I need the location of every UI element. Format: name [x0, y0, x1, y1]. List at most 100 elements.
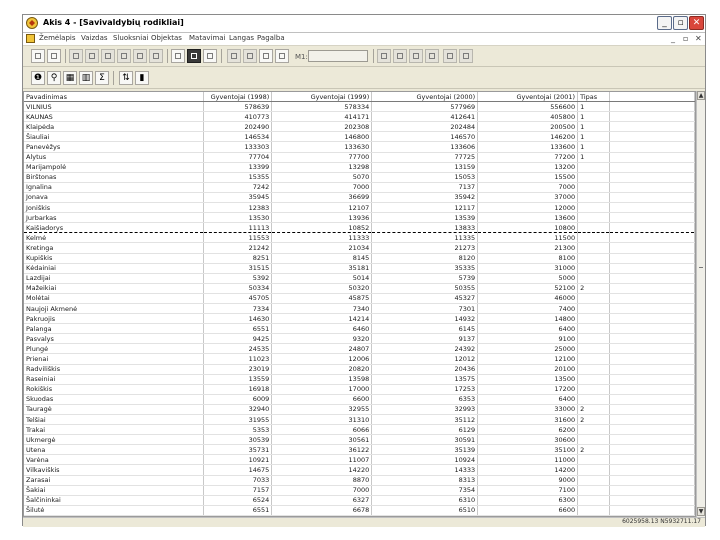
table-cell[interactable]: 21300	[477, 242, 579, 254]
table-cell[interactable]: Trakai	[24, 424, 205, 436]
move-object-icon[interactable]	[443, 49, 457, 63]
table-cell[interactable]: 146200	[477, 131, 579, 143]
table-cell[interactable]: 17000	[271, 384, 373, 395]
table-cell[interactable]: Varėna	[24, 454, 205, 466]
scroll-thumb-grip[interactable]	[699, 267, 703, 268]
table-cell[interactable]: 13539	[371, 212, 479, 224]
table-cell[interactable]: 8870	[271, 475, 373, 486]
table-cell[interactable]: Joniškis	[24, 202, 205, 214]
table-row[interactable]: Rokiškis 16918 17000 17253 17200	[24, 384, 695, 395]
table-cell[interactable]: 35942	[371, 192, 479, 204]
table-cell[interactable]: 6327	[271, 495, 373, 506]
table-cell[interactable]: 31600	[477, 414, 579, 426]
table-cell[interactable]: 5739	[371, 273, 479, 284]
table-cell[interactable]: 6678	[271, 505, 373, 516]
table-cell[interactable]: Skuodas	[24, 394, 205, 405]
table-cell[interactable]: Šakiai	[24, 485, 205, 496]
table-cell[interactable]: Kelmė	[24, 232, 205, 244]
table-cell[interactable]: 8313	[371, 475, 479, 486]
table-cell[interactable]: Prienai	[24, 353, 205, 365]
table-cell[interactable]: Radviliškis	[24, 364, 205, 375]
table-cell[interactable]	[577, 434, 611, 446]
table-cell[interactable]: 46000	[477, 293, 579, 304]
table-cell[interactable]	[577, 182, 611, 193]
table-cell[interactable]: VILNIUS	[24, 101, 205, 113]
table-cell[interactable]: 45875	[271, 293, 373, 304]
table-row[interactable]: Radviliškis 23019 20820 20436 20100	[24, 364, 695, 375]
table-cell[interactable]	[577, 162, 611, 173]
column-header-2001[interactable]: Gyventojai (2001)	[477, 92, 579, 103]
table-cell[interactable]	[577, 454, 611, 466]
pan-hand-icon[interactable]	[133, 49, 147, 63]
table-cell[interactable]: 13598	[271, 374, 373, 385]
table-cell[interactable]: Panevėžys	[24, 141, 205, 153]
column-header-1998[interactable]: Gyventojai (1998)	[203, 92, 273, 103]
restore-button[interactable]: ▫	[673, 16, 688, 30]
table-cell[interactable]	[577, 202, 611, 214]
table-cell[interactable]: 414171	[271, 111, 373, 123]
table-cell[interactable]: 7354	[371, 485, 479, 496]
table-cell[interactable]: 13500	[477, 374, 579, 385]
table-cell[interactable]: Mažeikiai	[24, 283, 205, 294]
table-cell[interactable]	[577, 222, 611, 234]
table-cell[interactable]: Kretinga	[24, 242, 205, 254]
table-cell[interactable]	[577, 475, 611, 486]
menu-pagalba[interactable]: Pagalba	[257, 34, 285, 42]
table-cell[interactable]: 17200	[477, 384, 579, 395]
find-binoculars-icon[interactable]: ⚲	[47, 71, 61, 85]
table-cell[interactable]: 35100	[477, 444, 579, 456]
table-cell[interactable]: 12107	[271, 202, 373, 214]
table-cell[interactable]: 12383	[203, 202, 273, 214]
table-row[interactable]: Vilkaviškis 14675 14220 14333 14200	[24, 464, 695, 476]
query-icon[interactable]	[275, 49, 289, 63]
table-cell[interactable]: 35181	[271, 263, 373, 274]
table-row[interactable]: Kupiškis 8251 8145 8120 8100	[24, 253, 695, 264]
table-cell[interactable]: 5070	[271, 172, 373, 183]
table-cell[interactable]: 11500	[477, 232, 579, 244]
table-cell[interactable]: 2	[577, 283, 611, 294]
table-cell[interactable]: Klaipėda	[24, 121, 205, 133]
table-cell[interactable]: 11335	[371, 232, 479, 244]
table-cell[interactable]	[577, 384, 611, 395]
table-cell[interactable]: 2	[577, 414, 611, 426]
table-cell[interactable]: 24807	[271, 343, 373, 355]
table-cell[interactable]: Birštonas	[24, 172, 205, 183]
table-row[interactable]: Tauragė 32940 32955 32993 33000 2	[24, 404, 695, 416]
table-cell[interactable]: 30591	[371, 434, 479, 446]
table-cell[interactable]: Šalčininkai	[24, 495, 205, 506]
table-cell[interactable]: 7242	[203, 182, 273, 193]
table-cell[interactable]: 31515	[203, 263, 273, 274]
mdi-close-button[interactable]: ✕	[695, 34, 702, 43]
table-cell[interactable]: 200500	[477, 121, 579, 133]
table-cell[interactable]: 13559	[203, 374, 273, 385]
table-row[interactable]: Šiauliai 146534 146800 146570 146200 1	[24, 131, 695, 143]
table-row[interactable]: Panevėžys 133303 133630 133606 133600 1	[24, 141, 695, 153]
table-cell[interactable]: 77704	[203, 152, 273, 163]
table-cell[interactable]: 7157	[203, 485, 273, 496]
table-cell[interactable]: 25000	[477, 343, 579, 355]
table-cell[interactable]: Marijampolė	[24, 162, 205, 173]
table-row[interactable]: Kėdainiai 31515 35181 35335 31000	[24, 263, 695, 274]
table-cell[interactable]: Pakruojis	[24, 313, 205, 325]
table-cell[interactable]: 30600	[477, 434, 579, 446]
pointer-icon[interactable]	[259, 49, 273, 63]
table-cell[interactable]: 50320	[271, 283, 373, 294]
menu-objektas[interactable]: Objektas	[151, 34, 182, 42]
table-cell[interactable]: 35139	[371, 444, 479, 456]
table-cell[interactable]	[577, 394, 611, 405]
table-cell[interactable]: Jurbarkas	[24, 212, 205, 224]
table-cell[interactable]: 13159	[371, 162, 479, 173]
menu-matavimai[interactable]: Matavimai	[189, 34, 226, 42]
table-row[interactable]: Pakruojis 14630 14214 14932 14800	[24, 313, 695, 325]
table-cell[interactable]: 21034	[271, 242, 373, 254]
table-row[interactable]: Ignalina 7242 7000 7137 7000	[24, 182, 695, 193]
chart-icon[interactable]: ▮	[135, 71, 149, 85]
table-cell[interactable]: Zarasai	[24, 475, 205, 486]
table-cell[interactable]: 31955	[203, 414, 273, 426]
table-cell[interactable]: 21273	[371, 242, 479, 254]
table-cell[interactable]: 77725	[371, 152, 479, 163]
table-cell[interactable]	[577, 495, 611, 506]
table-cell[interactable]: Telšiai	[24, 414, 205, 426]
zoom-out-icon[interactable]	[101, 49, 115, 63]
table-cell[interactable]: 5353	[203, 424, 273, 436]
